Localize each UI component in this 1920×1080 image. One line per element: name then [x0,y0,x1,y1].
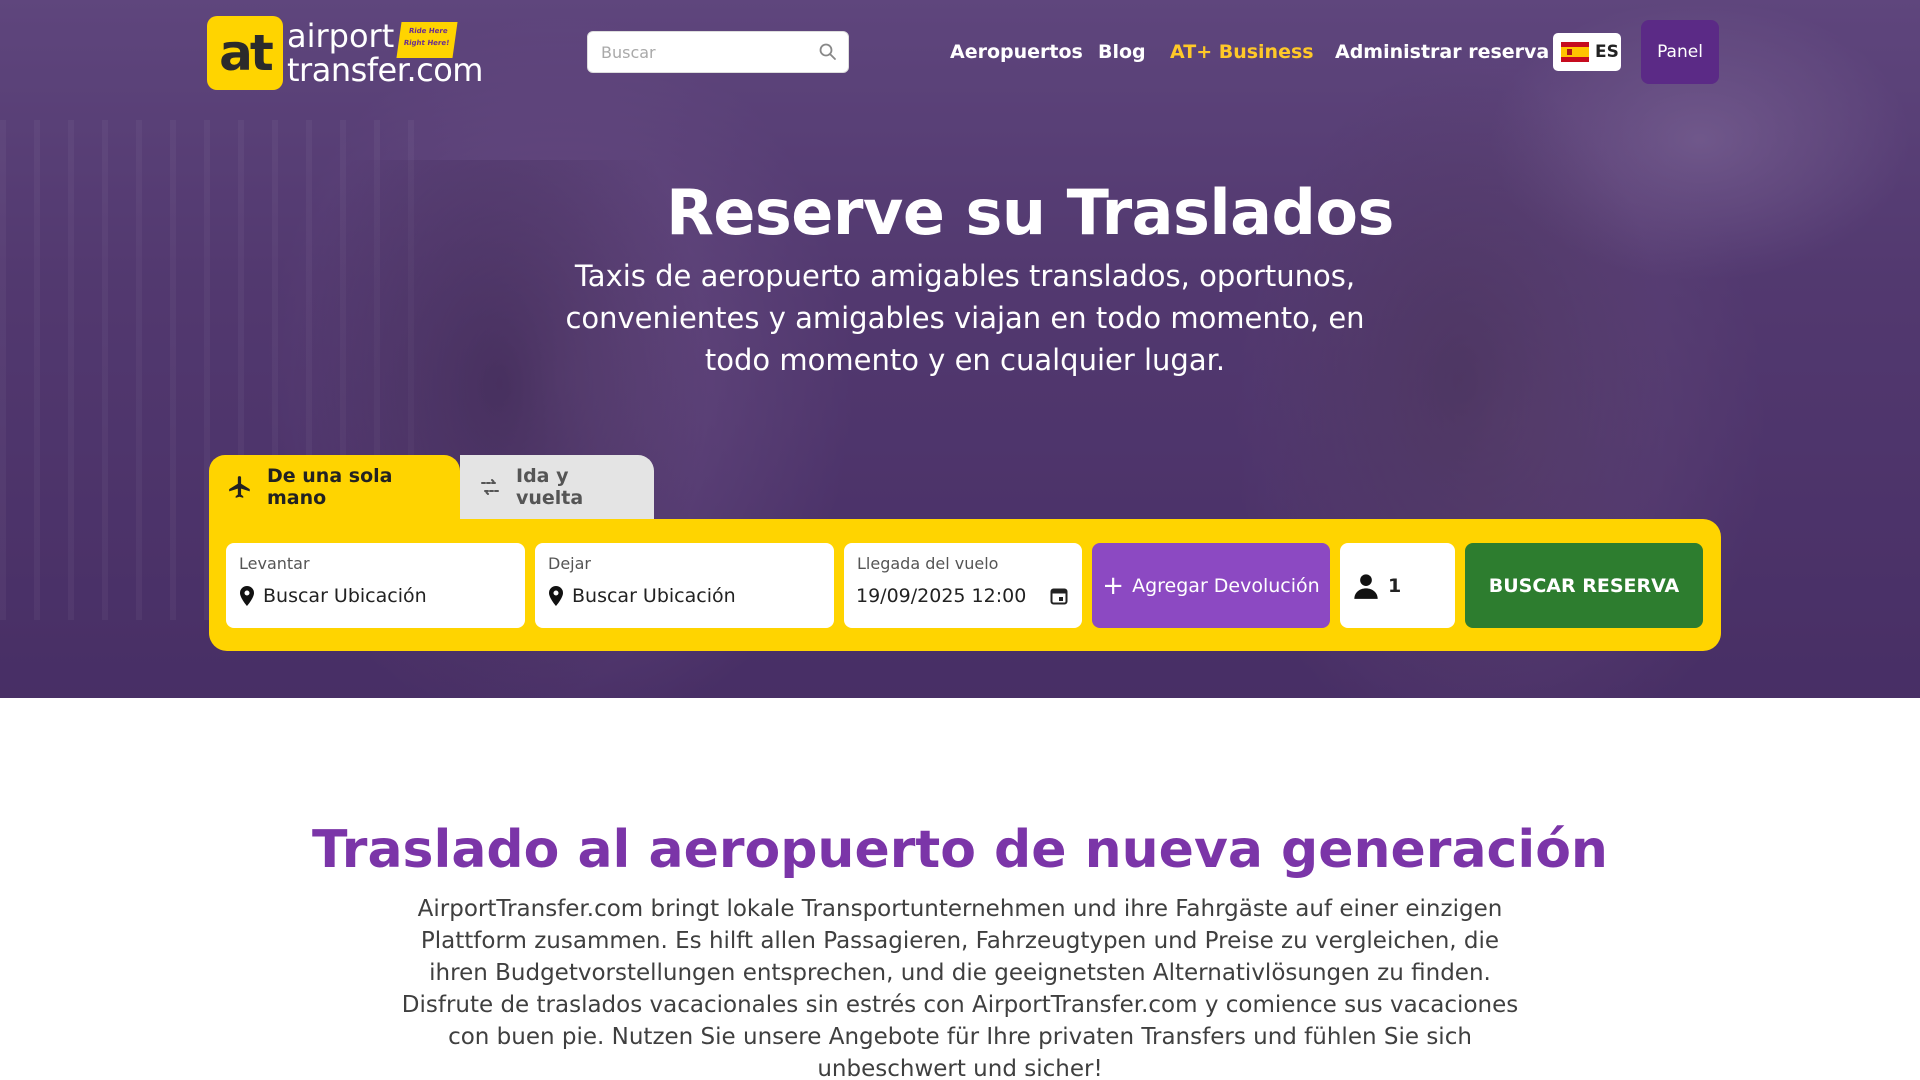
person-icon [1354,573,1378,599]
dropoff-label: Dejar [548,554,591,573]
nav-aeropuertos[interactable]: Aeropuertos [950,37,1083,67]
flight-arrival-field[interactable]: Llegada del vuelo 19/09/2025 12:00 [844,543,1082,628]
nav-at-business[interactable]: AT+ Business [1170,37,1314,67]
tab-one-way-label: De una sola mano [267,465,393,509]
hero-subtitle: Taxis de aeropuerto amigables translados… [565,259,1365,377]
nav-blog[interactable]: Blog [1098,37,1146,67]
dropoff-value: Buscar Ubicación [572,585,736,607]
search-input[interactable] [588,32,798,72]
location-pin-icon [549,586,563,606]
flight-arrival-label: Llegada del vuelo [857,554,999,573]
tab-round-trip-label: Ida y vuelta [516,465,584,509]
flight-arrival-value: 19/09/2025 12:00 [856,585,1027,607]
dropoff-field[interactable]: Dejar Buscar Ubicación [535,543,834,628]
logo-badge: at [207,16,283,90]
pickup-value-wrap: Buscar Ubicación [239,585,427,607]
nav-administrar-reserva[interactable]: Administrar reserva [1335,37,1549,67]
tab-one-way[interactable]: De una sola mano [209,455,460,519]
logo-tagline: Ride Here Right Here! [396,22,458,58]
logo-tagline-line1: Ride Here [408,27,449,35]
logo-text-line2: transfer.com [287,51,483,89]
language-code: ES [1595,42,1619,62]
booking-form: Levantar Buscar Ubicación Dejar Buscar U… [209,519,1721,651]
tab-round-trip[interactable]: Ida y vuelta [460,455,654,519]
site-logo[interactable]: at airport transfer.com Ride Here Right … [207,14,483,90]
language-selector[interactable]: ES [1553,33,1621,71]
add-return-button[interactable]: + Agregar Devolución [1092,543,1330,628]
trip-type-tabs: De una sola mano Ida y vuelta [209,455,654,519]
section-title: Traslado al aeropuerto de nueva generaci… [312,820,1608,880]
pickup-value: Buscar Ubicación [263,585,427,607]
add-return-label: Agregar Devolución [1132,574,1320,597]
airplane-icon [229,476,250,498]
passengers-count: 1 [1388,574,1402,597]
calendar-icon[interactable] [1050,587,1068,605]
spain-flag-icon [1561,42,1589,62]
plus-icon: + [1102,570,1125,601]
logo-tagline-line2: Right Here! [403,39,450,47]
location-pin-icon [240,586,254,606]
panel-button[interactable]: Panel [1641,20,1719,84]
hero-title: Reserve su Traslados [666,176,1394,249]
pickup-label: Levantar [239,554,310,573]
search-booking-button[interactable]: BUSCAR RESERVA [1465,543,1703,628]
swap-arrows-icon [481,479,499,495]
header-search [587,31,849,73]
dropoff-value-wrap: Buscar Ubicación [548,585,736,607]
logo-text-line1: airport [287,17,395,55]
section-body: AirportTransfer.com bringt lokale Transp… [401,896,1519,1080]
pickup-field[interactable]: Levantar Buscar Ubicación [226,543,525,628]
passengers-field[interactable]: 1 [1340,543,1455,628]
search-icon[interactable] [818,42,838,62]
